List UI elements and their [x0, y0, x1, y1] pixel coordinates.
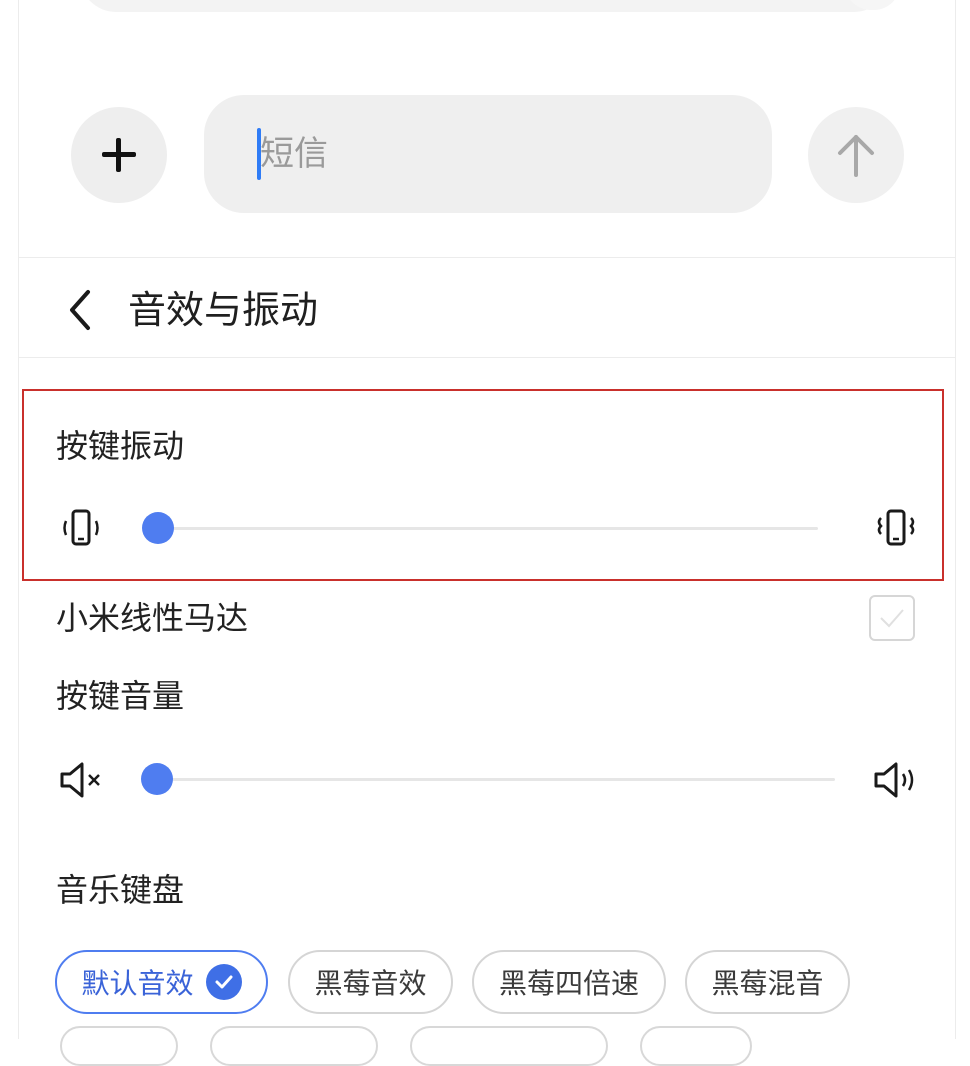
- vibrate-high-icon: [877, 509, 915, 546]
- key-vibration-label: 按键振动: [56, 427, 185, 465]
- chip-label: 黑莓四倍速: [498, 967, 639, 1000]
- page-title: 音效与振动: [128, 288, 319, 332]
- linear-motor-checkbox[interactable]: [869, 595, 915, 641]
- checkmark-icon: [880, 609, 904, 628]
- frame-border-left: [18, 0, 19, 1039]
- sound-option-partial[interactable]: [210, 1026, 378, 1066]
- volume-up-icon: [874, 762, 914, 798]
- sound-option-blackberry-mix[interactable]: 黑莓混音: [685, 950, 850, 1014]
- divider: [18, 357, 956, 358]
- plus-icon: [102, 138, 136, 172]
- highlight-box: [22, 389, 944, 581]
- frame-border-right: [955, 0, 956, 1039]
- key-volume-slider[interactable]: [141, 759, 835, 799]
- slider-track: [157, 778, 835, 781]
- key-volume-label: 按键音量: [56, 677, 185, 715]
- sound-option-blackberry-4x[interactable]: 黑莓四倍速: [472, 950, 666, 1014]
- volume-mute-icon: [60, 762, 100, 798]
- sound-option-partial[interactable]: [60, 1026, 178, 1066]
- slider-track: [158, 527, 818, 530]
- sound-option-partial[interactable]: [640, 1026, 752, 1066]
- vibrate-low-icon: [63, 509, 99, 546]
- divider: [18, 257, 956, 258]
- slider-thumb[interactable]: [141, 763, 173, 795]
- music-keyboard-label: 音乐键盘: [56, 871, 185, 909]
- chevron-left-icon: [70, 290, 90, 330]
- linear-motor-label: 小米线性马达: [56, 599, 249, 637]
- chip-label: 黑莓混音: [711, 967, 824, 1000]
- slider-thumb[interactable]: [142, 512, 174, 544]
- sound-option-default[interactable]: 默认音效: [55, 950, 268, 1014]
- sound-option-partial[interactable]: [410, 1026, 608, 1066]
- chip-label: 默认音效: [81, 967, 194, 1000]
- arrow-up-icon: [838, 135, 874, 177]
- text-cursor: [257, 128, 261, 180]
- sound-option-blackberry[interactable]: 黑莓音效: [288, 950, 453, 1014]
- check-circle-icon: [205, 964, 242, 1000]
- send-button[interactable]: [808, 107, 904, 203]
- key-vibration-slider[interactable]: [142, 508, 818, 548]
- message-input[interactable]: [204, 95, 772, 213]
- add-attachment-button[interactable]: [71, 107, 167, 203]
- top-input-bar: [80, 0, 890, 12]
- chip-label: 黑莓音效: [314, 967, 427, 1000]
- back-button[interactable]: [60, 282, 100, 338]
